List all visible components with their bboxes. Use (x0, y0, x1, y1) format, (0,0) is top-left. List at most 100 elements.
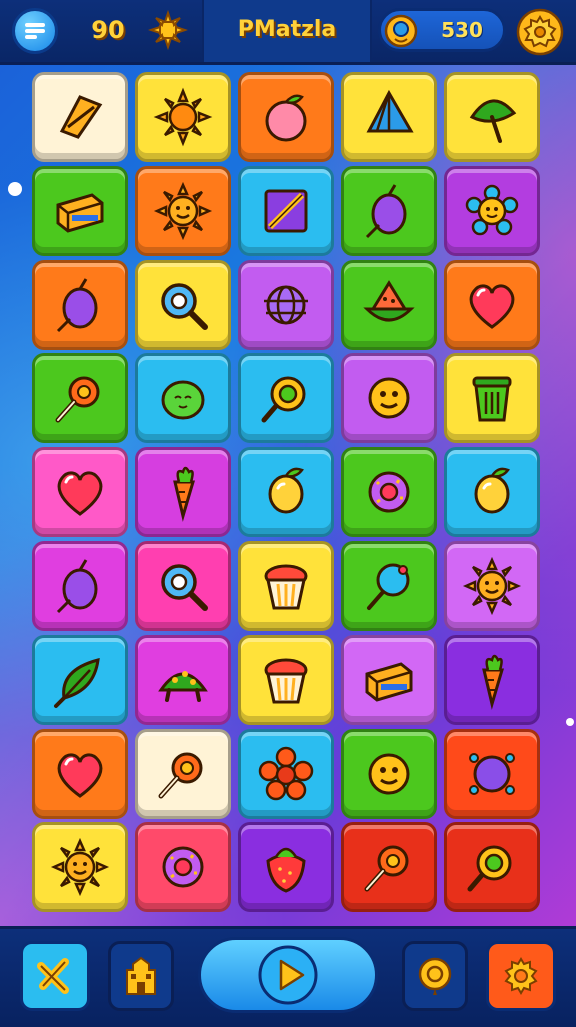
tile-r2-c3[interactable] (238, 165, 334, 256)
play-button[interactable] (198, 937, 378, 1013)
donut-icon (162, 846, 204, 888)
ring-pop-icon (467, 845, 512, 892)
tile-r8-c3[interactable] (238, 728, 334, 819)
tile-r2-c1[interactable] (32, 165, 128, 256)
menu-icon (25, 23, 45, 39)
tile-r9-c3[interactable] (238, 822, 334, 913)
tile-r6-c2[interactable] (135, 541, 231, 631)
tile-r5-c1[interactable] (32, 447, 128, 538)
sun-face-icon (462, 556, 522, 616)
kite-icon (59, 95, 103, 139)
tile-r6-c3[interactable] (238, 541, 334, 631)
globe-icon (264, 285, 308, 325)
flower-face-icon (465, 184, 519, 236)
tile-r3-c5[interactable] (444, 259, 540, 350)
tile-r5-c5[interactable] (444, 447, 540, 538)
tile-r4-c4[interactable] (341, 353, 437, 444)
score-value: 90 (91, 16, 125, 44)
tile-r5-c3[interactable] (238, 447, 334, 538)
settings-button[interactable] (516, 8, 564, 56)
tile-r1-c3[interactable] (238, 72, 334, 162)
leaf-icon (469, 99, 517, 143)
tile-r8-c1[interactable] (32, 728, 128, 819)
tile-r9-c5[interactable] (444, 822, 540, 913)
tile-r6-c1[interactable] (32, 541, 128, 631)
box-icon (365, 662, 413, 702)
lollipop-icon (158, 752, 203, 799)
game-board (32, 72, 548, 914)
tile-r7-c1[interactable] (32, 634, 128, 725)
coin-icon (418, 957, 452, 995)
top-bar: 90 PMatzla 530 (0, 0, 576, 65)
box-icon (56, 193, 104, 233)
gear-icon (504, 957, 538, 995)
shuffle-button[interactable] (20, 941, 90, 1011)
peach-icon (265, 94, 307, 142)
tile-r2-c5[interactable] (444, 165, 540, 256)
tile-r2-c2[interactable] (135, 165, 231, 256)
map-button[interactable] (108, 941, 174, 1011)
ring-pop-icon (261, 376, 306, 423)
tile-r4-c2[interactable] (135, 353, 231, 444)
title-panel: PMatzla (202, 0, 372, 62)
menu-button[interactable] (12, 8, 58, 54)
tile-r3-c2[interactable] (135, 259, 231, 350)
tile-r1-c1[interactable] (32, 72, 128, 162)
tile-r9-c2[interactable] (135, 822, 231, 913)
balloon-icon (367, 563, 410, 610)
lollipop-icon (364, 845, 409, 892)
carrot-icon (173, 466, 196, 523)
lemon-icon (474, 467, 510, 514)
sparkle (566, 718, 574, 726)
bonus-button[interactable] (402, 941, 468, 1011)
star-icon (148, 10, 188, 50)
donut-icon (368, 471, 410, 513)
tile-r8-c4[interactable] (341, 728, 437, 819)
sun-face-icon (50, 838, 110, 897)
tile-r4-c3[interactable] (238, 353, 334, 444)
magnifier-icon (161, 564, 208, 611)
tile-r3-c1[interactable] (32, 259, 128, 350)
tile-r7-c3[interactable] (238, 634, 334, 725)
sun-face-icon (153, 181, 213, 240)
tile-r6-c5[interactable] (444, 541, 540, 631)
coin-icon (384, 14, 418, 48)
tile-r8-c5[interactable] (444, 728, 540, 819)
flower-icon (258, 746, 314, 800)
watermelon-icon (363, 279, 415, 322)
tile-r1-c5[interactable] (444, 72, 540, 162)
tile-r7-c4[interactable] (341, 634, 437, 725)
tile-r1-c2[interactable] (135, 72, 231, 162)
tile-r4-c1[interactable] (32, 353, 128, 444)
tile-r3-c3[interactable] (238, 259, 334, 350)
tile-r2-c4[interactable] (341, 165, 437, 256)
tile-r6-c4[interactable] (341, 541, 437, 631)
lemon-icon (268, 467, 304, 514)
tile-r5-c4[interactable] (341, 447, 437, 538)
cupcake-icon (264, 658, 308, 704)
play-icon (258, 945, 318, 1005)
options-button[interactable] (486, 941, 556, 1011)
tile-r9-c1[interactable] (32, 822, 128, 913)
cross-icon (37, 958, 69, 994)
carrot-icon (482, 654, 505, 710)
tile-r7-c5[interactable] (444, 634, 540, 725)
strawberry-icon (266, 848, 306, 893)
tile-r1-c4[interactable] (341, 72, 437, 162)
tile-r5-c2[interactable] (135, 447, 231, 538)
tile-r4-c5[interactable] (444, 353, 540, 444)
tile-r8-c2[interactable] (135, 728, 231, 819)
cactus-icon (161, 380, 205, 420)
heart-icon (57, 471, 103, 517)
heart-icon (57, 753, 103, 798)
face-icon (368, 753, 410, 795)
tile-r7-c2[interactable] (135, 634, 231, 725)
plum-icon (56, 559, 98, 614)
tile-r3-c4[interactable] (341, 259, 437, 350)
planet-icon (469, 752, 515, 795)
lollipop-icon (55, 376, 100, 423)
square-knife-icon (264, 189, 308, 233)
sparkle (8, 182, 22, 196)
sun-icon (153, 87, 213, 147)
tile-r9-c4[interactable] (341, 822, 437, 913)
